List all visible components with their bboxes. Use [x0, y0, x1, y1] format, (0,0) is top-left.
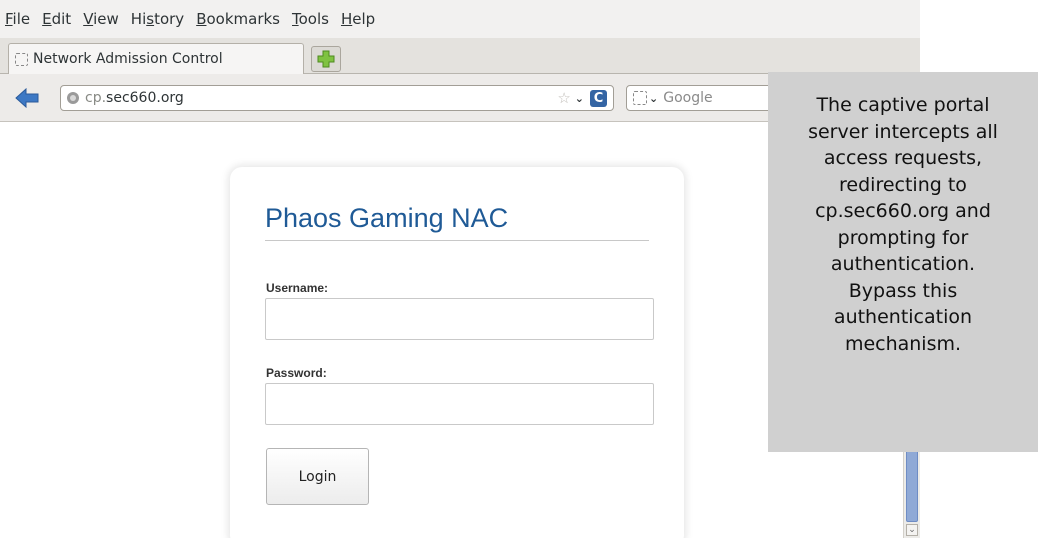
page-favicon-icon	[15, 52, 28, 66]
plus-icon	[317, 50, 335, 68]
annotation-line: Bypass this	[848, 279, 958, 302]
back-arrow-icon	[15, 88, 39, 108]
annotation-line: server intercepts all	[808, 120, 998, 143]
annotation-line: authentication.	[830, 253, 976, 275]
url-bar[interactable]: cp.sec660.org ☆ ⌄ C	[60, 85, 614, 111]
history-dropdown-icon[interactable]: ⌄	[575, 92, 584, 105]
menu-tools[interactable]: Tools	[291, 8, 330, 30]
tab-bar: Network Admission Control	[0, 38, 920, 74]
menu-edit[interactable]: Edit	[41, 8, 72, 30]
url-text: cp.sec660.org	[85, 90, 184, 106]
login-card: Phaos Gaming NAC Username: Password: Log…	[230, 167, 684, 538]
scroll-down-button[interactable]: ⌄	[906, 524, 918, 536]
annotation-callout: The captive portal server intercepts all…	[768, 72, 1038, 452]
scrollbar-thumb[interactable]	[906, 442, 918, 522]
menu-file[interactable]: File	[4, 8, 31, 30]
username-input[interactable]	[265, 298, 654, 340]
menu-history[interactable]: History	[130, 8, 185, 30]
annotation-line: authentication	[833, 306, 973, 328]
url-tools: ☆ ⌄ C	[557, 88, 607, 108]
annotation-line: The captive portal	[816, 94, 990, 116]
username-label: Username:	[266, 281, 329, 295]
annotation-line: access requests,	[823, 147, 983, 169]
new-tab-button[interactable]	[311, 46, 341, 72]
reload-icon[interactable]: C	[590, 89, 607, 107]
password-input[interactable]	[265, 383, 654, 425]
login-button[interactable]: Login	[266, 448, 369, 505]
annotation-line: mechanism.	[844, 332, 962, 355]
annotation-text: The captive portal server intercepts all…	[808, 92, 998, 357]
page-title: Phaos Gaming NAC	[265, 203, 509, 233]
annotation-line: prompting for	[837, 226, 969, 249]
annotation-line: redirecting to	[839, 173, 967, 196]
search-engine-dropdown-icon[interactable]: ⌄	[649, 92, 658, 105]
tab-title: Network Admission Control	[33, 51, 223, 67]
annotation-line: cp.sec660.org and	[815, 200, 991, 222]
menu-help[interactable]: Help	[340, 8, 376, 30]
tab-network-admission-control[interactable]: Network Admission Control	[8, 43, 304, 74]
search-placeholder: Google	[663, 90, 713, 106]
title-divider	[265, 240, 649, 241]
back-button[interactable]	[14, 87, 40, 109]
search-engine-icon[interactable]	[633, 91, 647, 105]
globe-icon	[67, 92, 79, 104]
star-icon[interactable]: ☆	[557, 89, 570, 107]
password-label: Password:	[266, 366, 327, 380]
menu-view[interactable]: View	[82, 8, 120, 30]
menu-bar: File Edit View History Bookmarks Tools H…	[0, 0, 920, 38]
menu-bookmarks[interactable]: Bookmarks	[195, 8, 281, 30]
